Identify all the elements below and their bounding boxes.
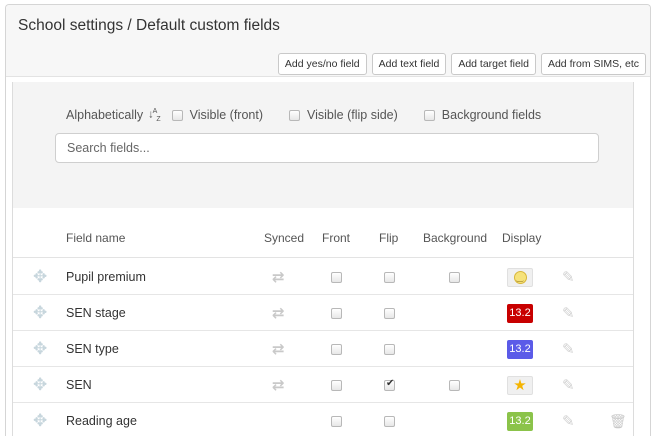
display-badge[interactable]: ‿ — [507, 267, 533, 287]
filter-visible-flip[interactable]: Visible (flip side) — [289, 108, 398, 122]
fields-container: Alphabetically ↓AZ Visible (front) Visib… — [12, 82, 634, 436]
edit-pencil-icon[interactable]: ✎ — [562, 295, 575, 331]
flip-checkbox[interactable] — [384, 343, 395, 355]
synced-icon: ⇄ — [272, 269, 285, 286]
add-target-field-button[interactable]: Add target field — [451, 53, 536, 75]
add-field-toolbar: Add yes/no field Add text field Add targ… — [277, 53, 646, 75]
add-text-field-button[interactable]: Add text field — [371, 53, 447, 75]
visible-flip-checkbox[interactable] — [289, 109, 301, 121]
edit-pencil-icon[interactable]: ✎ — [562, 367, 575, 403]
edit-pencil-icon[interactable]: ✎ — [562, 331, 575, 367]
drag-handle-icon[interactable]: ✥ — [33, 403, 47, 436]
sort-alpha-icon: ↓AZ — [148, 108, 161, 123]
filter-area: Alphabetically ↓AZ Visible (front) Visib… — [13, 82, 633, 208]
column-display: Display — [502, 231, 542, 245]
drag-handle-icon[interactable]: ✥ — [33, 367, 47, 403]
filter-visible-front[interactable]: Visible (front) — [171, 108, 264, 123]
front-checkbox[interactable] — [331, 307, 342, 319]
display-badge[interactable]: ★ — [507, 375, 533, 395]
field-name: SEN — [66, 378, 92, 392]
search-input[interactable] — [55, 133, 599, 163]
field-name: Pupil premium — [66, 270, 146, 284]
synced-icon: ⇄ — [272, 377, 285, 394]
front-checkbox[interactable] — [331, 343, 342, 355]
front-checkbox[interactable] — [331, 271, 342, 283]
synced-icon: ⇄ — [272, 305, 285, 322]
field-name: Reading age — [66, 414, 137, 428]
page-title: School settings / Default custom fields — [18, 17, 280, 34]
table-header: Field name Synced Front Flip Background … — [13, 215, 633, 258]
edit-pencil-icon[interactable]: ✎ — [562, 259, 575, 295]
drag-handle-icon[interactable]: ✥ — [33, 259, 47, 295]
filter-background[interactable]: Background fields — [423, 108, 542, 123]
table-row: ✥ Pupil premium ⇄ ‿ ✎ — [13, 259, 633, 295]
background-checkbox[interactable] — [449, 271, 460, 283]
synced-icon: ⇄ — [272, 341, 285, 358]
flip-checkbox[interactable] — [384, 307, 395, 319]
trash-icon[interactable]: 🗑 — [609, 403, 627, 436]
add-yes-no-field-button[interactable]: Add yes/no field — [277, 53, 367, 75]
sort-label: Alphabetically — [66, 108, 144, 123]
add-from-sims-button[interactable]: Add from SIMS, etc — [540, 53, 646, 75]
column-flip: Flip — [379, 231, 399, 245]
column-background: Background — [423, 231, 488, 245]
table-row: ✥ SEN type ⇄ 13.2 ✎ — [13, 331, 633, 367]
sort-toggle[interactable]: Alphabetically ↓AZ — [66, 108, 161, 123]
table-row: ✥ Reading age 13.2 ✎ 🗑 — [13, 403, 633, 436]
display-badge[interactable]: 13.2 — [507, 303, 533, 323]
front-checkbox[interactable] — [331, 415, 342, 427]
flip-checkbox[interactable] — [384, 378, 395, 391]
flip-checkbox[interactable] — [384, 271, 395, 283]
column-front: Front — [322, 231, 351, 245]
smiley-icon: ‿ — [513, 270, 527, 284]
visible-front-checkbox[interactable] — [171, 109, 183, 121]
panel-header: School settings / Default custom fields … — [6, 5, 650, 77]
filter-label: Background fields — [441, 108, 542, 123]
front-checkbox[interactable] — [331, 379, 342, 391]
flip-checkbox[interactable] — [384, 415, 395, 427]
background-fields-checkbox[interactable] — [423, 109, 435, 121]
edit-pencil-icon[interactable]: ✎ — [562, 403, 575, 436]
filter-label: Visible (front) — [189, 108, 264, 123]
star-icon: ★ — [513, 376, 527, 394]
table-row: ✥ SEN ⇄ ★ ✎ — [13, 367, 633, 403]
column-synced: Synced — [264, 231, 305, 245]
drag-handle-icon[interactable]: ✥ — [33, 331, 47, 367]
drag-handle-icon[interactable]: ✥ — [33, 295, 47, 331]
display-badge[interactable]: 13.2 — [507, 411, 533, 431]
background-checkbox[interactable] — [449, 379, 460, 391]
filter-label: Visible (flip side) — [307, 108, 398, 123]
table-row: ✥ SEN stage ⇄ 13.2 ✎ — [13, 295, 633, 331]
column-field-name: Field name — [66, 231, 126, 245]
field-name: SEN stage — [66, 306, 126, 320]
field-name: SEN type — [66, 342, 119, 356]
filter-bar: Alphabetically ↓AZ Visible (front) Visib… — [66, 108, 567, 123]
display-badge[interactable]: 13.2 — [507, 339, 533, 359]
